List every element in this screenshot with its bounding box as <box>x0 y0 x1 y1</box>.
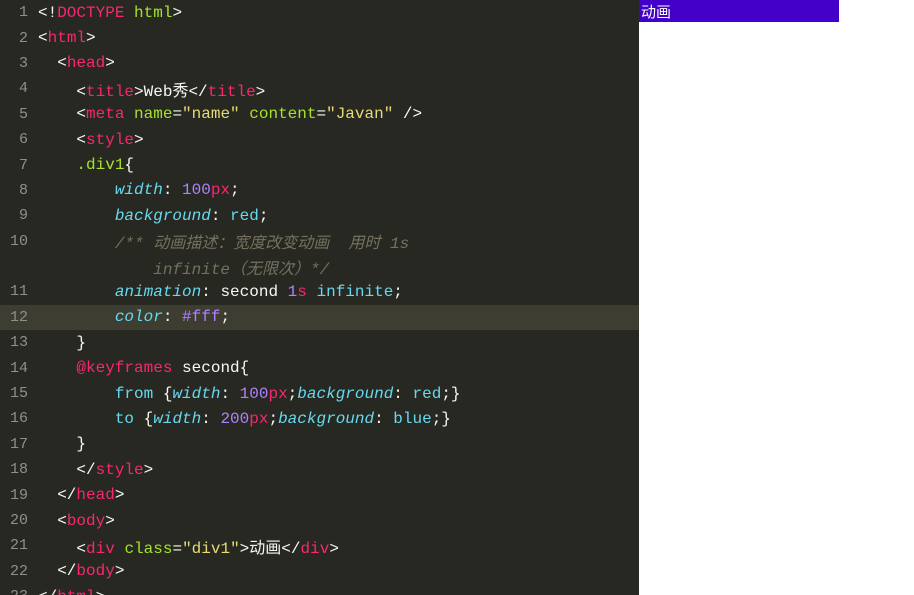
line-number: 23 <box>0 588 38 595</box>
line-content[interactable]: <title>Web秀</title> <box>38 77 639 101</box>
code-line[interactable]: 8 width: 100px; <box>0 178 639 203</box>
code-line[interactable]: 1<!DOCTYPE html> <box>0 0 639 25</box>
line-content[interactable]: <style> <box>38 131 639 149</box>
line-number: 13 <box>0 334 38 351</box>
code-line[interactable]: 2<html> <box>0 25 639 50</box>
code-line[interactable]: 23</html> <box>0 584 639 595</box>
line-content[interactable]: .div1{ <box>38 156 639 174</box>
code-editor[interactable]: 1<!DOCTYPE html>2<html>3 <head>4 <title>… <box>0 0 639 595</box>
code-line[interactable]: 20 <body> <box>0 508 639 533</box>
line-content[interactable]: /** 动画描述：宽度改变动画 用时 1s <box>38 229 639 253</box>
code-line[interactable]: 21 <div class="div1">动画</div> <box>0 533 639 558</box>
line-number: 5 <box>0 106 38 123</box>
line-number: 15 <box>0 385 38 402</box>
code-line[interactable]: 5 <meta name="name" content="Javan" /> <box>0 102 639 127</box>
code-line[interactable]: 6 <style> <box>0 127 639 152</box>
line-number: 3 <box>0 55 38 72</box>
line-content[interactable]: <!DOCTYPE html> <box>38 4 639 22</box>
line-content[interactable]: </head> <box>38 486 639 504</box>
line-content[interactable]: to {width: 200px;background: blue;} <box>38 410 639 428</box>
line-content[interactable]: animation: second 1s infinite; <box>38 283 639 301</box>
line-number: 11 <box>0 283 38 300</box>
line-content[interactable]: background: red; <box>38 207 639 225</box>
line-content[interactable]: } <box>38 334 639 352</box>
line-content[interactable]: width: 100px; <box>38 181 639 199</box>
line-number: 1 <box>0 4 38 21</box>
line-content[interactable]: color: #fff; <box>38 308 639 326</box>
line-content[interactable]: <head> <box>38 54 639 72</box>
line-number: 12 <box>0 309 38 326</box>
preview-animated-box: 动画 <box>639 0 839 22</box>
code-line[interactable]: infinite（无限次）*/ <box>0 254 639 279</box>
line-content[interactable]: infinite（无限次）*/ <box>38 255 639 279</box>
line-number: 20 <box>0 512 38 529</box>
preview-box-text: 动画 <box>641 1 671 22</box>
code-line[interactable]: 15 from {width: 100px;background: red;} <box>0 381 639 406</box>
code-line[interactable]: 9 background: red; <box>0 203 639 228</box>
code-line[interactable]: 12 color: #fff; <box>0 305 639 330</box>
code-line[interactable]: 3 <head> <box>0 51 639 76</box>
line-content[interactable]: } <box>38 435 639 453</box>
line-number: 14 <box>0 360 38 377</box>
line-content[interactable]: </body> <box>38 562 639 580</box>
code-line[interactable]: 11 animation: second 1s infinite; <box>0 279 639 304</box>
line-number: 19 <box>0 487 38 504</box>
line-number: 6 <box>0 131 38 148</box>
line-number: 21 <box>0 537 38 554</box>
code-line[interactable]: 14 @keyframes second{ <box>0 355 639 380</box>
code-line[interactable]: 13 } <box>0 330 639 355</box>
line-content[interactable]: from {width: 100px;background: red;} <box>38 385 639 403</box>
line-number: 16 <box>0 410 38 427</box>
line-number: 18 <box>0 461 38 478</box>
code-line[interactable]: 16 to {width: 200px;background: blue;} <box>0 406 639 431</box>
line-content[interactable]: <div class="div1">动画</div> <box>38 534 639 558</box>
line-number: 17 <box>0 436 38 453</box>
line-number: 2 <box>0 30 38 47</box>
line-content[interactable]: <body> <box>38 512 639 530</box>
line-number: 9 <box>0 207 38 224</box>
line-content[interactable]: <html> <box>38 29 639 47</box>
line-number: 7 <box>0 157 38 174</box>
line-number: 22 <box>0 563 38 580</box>
line-number: 10 <box>0 233 38 250</box>
line-content[interactable]: </html> <box>38 588 639 595</box>
code-line[interactable]: 7 .div1{ <box>0 152 639 177</box>
code-line[interactable]: 19 </head> <box>0 482 639 507</box>
line-content[interactable]: <meta name="name" content="Javan" /> <box>38 105 639 123</box>
code-line[interactable]: 22 </body> <box>0 559 639 584</box>
code-line[interactable]: 4 <title>Web秀</title> <box>0 76 639 101</box>
code-line[interactable]: 18 </style> <box>0 457 639 482</box>
code-line[interactable]: 10 /** 动画描述：宽度改变动画 用时 1s <box>0 229 639 254</box>
line-number: 4 <box>0 80 38 97</box>
code-line[interactable]: 17 } <box>0 432 639 457</box>
preview-pane: 动画 <box>639 0 914 595</box>
line-number: 8 <box>0 182 38 199</box>
line-content[interactable]: </style> <box>38 461 639 479</box>
line-content[interactable]: @keyframes second{ <box>38 359 639 377</box>
